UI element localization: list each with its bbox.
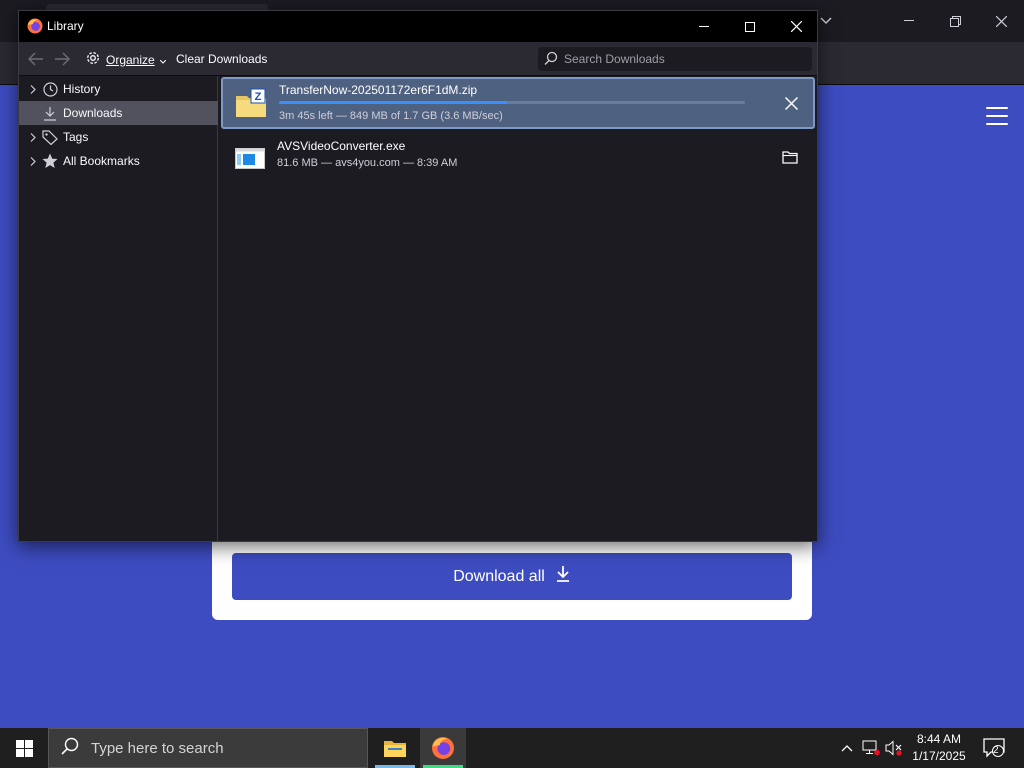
download-icon — [42, 105, 58, 121]
library-title: Library — [47, 19, 84, 33]
tag-icon — [42, 129, 58, 145]
download-all-button[interactable]: Download all — [232, 553, 792, 600]
restore-icon[interactable] — [932, 0, 978, 42]
clock-date: 1/17/2025 — [912, 749, 966, 763]
folder-open-icon[interactable] — [778, 145, 802, 169]
sidebar-item-label: All Bookmarks — [63, 154, 140, 168]
star-icon — [42, 153, 58, 169]
taskbar-search-box[interactable]: Type here to search — [48, 728, 368, 768]
download-progress-fill — [279, 101, 508, 104]
search-icon — [544, 51, 558, 68]
exe-file-icon — [235, 146, 267, 178]
download-item-active[interactable]: Z TransferNow-202501172er6F1dM.zip 3m 45… — [221, 77, 815, 129]
windows-start-icon[interactable] — [0, 728, 48, 768]
library-toolbar: Organize Clear Downloads — [19, 42, 817, 76]
sidebar-item-label: History — [63, 82, 101, 96]
chevron-right-icon[interactable] — [26, 156, 40, 166]
file-explorer-icon[interactable] — [372, 728, 418, 768]
back-arrow-icon[interactable] — [27, 50, 45, 68]
download-status: 3m 45s left — 849 MB of 1.7 GB (3.6 MB/s… — [279, 110, 503, 122]
search-downloads-input[interactable] — [564, 52, 794, 66]
organize-label: Organize — [106, 52, 155, 67]
chevron-down-icon — [159, 53, 167, 67]
download-filename: TransferNow-202501172er6F1dM.zip — [279, 83, 478, 97]
taskbar-clock[interactable]: 8:44 AM 1/17/2025 — [906, 731, 972, 765]
firefox-logo-icon — [27, 18, 43, 34]
sidebar-item-label: Downloads — [63, 106, 123, 120]
taskbar-search-placeholder: Type here to search — [91, 739, 224, 757]
sidebar-item-downloads[interactable]: Downloads — [19, 101, 218, 125]
sidebar-item-all-bookmarks[interactable]: All Bookmarks — [19, 149, 218, 173]
library-sidebar: History Downloads Tags All Bookmarks — [19, 76, 218, 541]
library-maximize-icon[interactable] — [727, 11, 773, 42]
organize-button[interactable]: Organize — [85, 50, 167, 69]
close-icon[interactable] — [978, 0, 1024, 42]
library-window: Library Organize Clear Downloads Search … — [18, 10, 818, 542]
download-filename: AVSVideoConverter.exe — [277, 139, 406, 153]
download-all-label: Download all — [453, 567, 545, 585]
chevron-right-icon[interactable] — [26, 84, 40, 94]
minimize-icon[interactable] — [886, 0, 932, 42]
notifications-icon[interactable]: 2 — [982, 738, 1006, 758]
volume-muted-icon[interactable] — [884, 738, 904, 758]
sidebar-item-tags[interactable]: Tags — [19, 125, 218, 149]
search-downloads-field[interactable] — [538, 47, 812, 71]
sidebar-item-history[interactable]: History — [19, 77, 218, 101]
notification-count: 2 — [993, 745, 999, 756]
taskbar: Type here to search 8:44 AM 1/17/2025 2 — [0, 728, 1024, 768]
search-icon — [61, 737, 79, 759]
downloads-list: Z TransferNow-202501172er6F1dM.zip 3m 45… — [219, 76, 817, 541]
download-arrow-icon — [555, 565, 571, 588]
clock-icon — [42, 81, 58, 97]
show-hidden-icons-chevron-icon[interactable] — [837, 738, 857, 758]
download-item[interactable]: AVSVideoConverter.exe 81.6 MB — avs4you.… — [221, 135, 815, 187]
cancel-icon[interactable] — [779, 91, 803, 115]
library-close-icon[interactable] — [773, 11, 819, 42]
chevron-right-icon[interactable] — [26, 132, 40, 142]
forward-arrow-icon[interactable] — [53, 50, 71, 68]
firefox-taskbar-icon[interactable] — [420, 728, 466, 768]
download-status: 81.6 MB — avs4you.com — 8:39 AM — [277, 157, 458, 169]
library-minimize-icon[interactable] — [681, 11, 727, 42]
svg-text:Z: Z — [255, 91, 262, 103]
library-titlebar[interactable]: Library — [19, 11, 817, 42]
network-icon[interactable] — [861, 738, 881, 758]
download-progress-bar — [279, 101, 745, 104]
clock-time: 8:44 AM — [916, 732, 962, 746]
zip-folder-icon: Z — [235, 88, 267, 120]
sidebar-item-label: Tags — [63, 130, 89, 144]
clear-downloads-button[interactable]: Clear Downloads — [176, 52, 267, 66]
site-hamburger-menu-icon[interactable] — [986, 107, 1008, 125]
gear-icon — [85, 50, 101, 69]
